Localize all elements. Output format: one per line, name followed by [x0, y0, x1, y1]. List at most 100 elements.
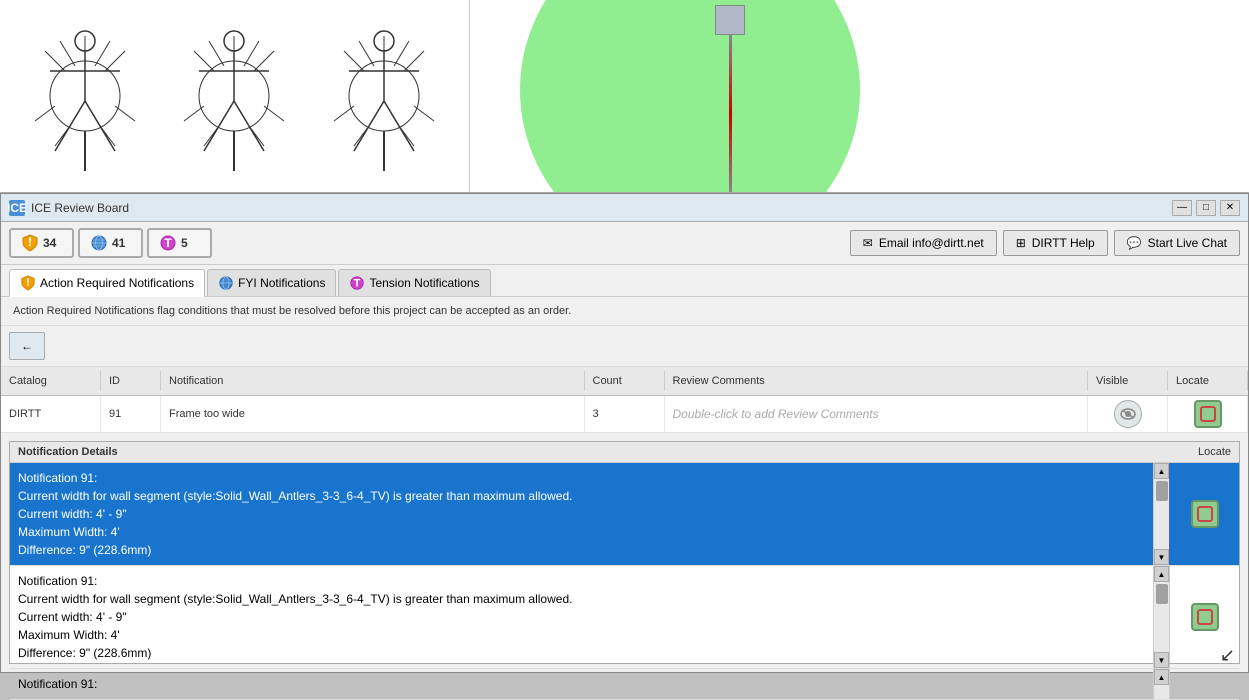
fyi-badge-button[interactable]: 41	[78, 228, 143, 258]
chat-icon: 💬	[1127, 236, 1142, 250]
shield-icon: !	[21, 234, 39, 252]
notif-scrollbar-3: ▲	[1153, 669, 1169, 699]
canvas-area	[0, 0, 1249, 193]
toolbar: ! 34 41 T 5	[1, 222, 1248, 265]
back-arrow-icon: ←	[21, 339, 33, 353]
notif-line: Notification 91:	[18, 469, 1145, 487]
globe-icon	[90, 234, 108, 252]
scroll-thumb-1[interactable]	[1156, 481, 1168, 501]
cell-review-comments[interactable]: Double-click to add Review Comments	[665, 396, 1089, 432]
col-catalog: Catalog	[1, 371, 101, 391]
table-row: DIRTT 91 Frame too wide 3 Double-click t…	[1, 396, 1248, 433]
notif-detail-row-2[interactable]: Notification 91: Current width for wall …	[10, 566, 1239, 669]
green-semicircle	[520, 0, 860, 193]
notif-line: Maximum Width: 4'	[18, 523, 1145, 541]
cell-catalog: DIRTT	[1, 396, 101, 432]
notif-line: Notification 91:	[18, 572, 1145, 590]
svg-text:!: !	[28, 235, 32, 249]
tab-tension-label: Tension Notifications	[369, 276, 479, 290]
help-icon: ⊞	[1016, 236, 1026, 250]
col-count: Count	[585, 371, 665, 391]
canvas-right-area	[470, 0, 1249, 192]
notif-line: Difference: 9" (228.6mm)	[18, 644, 1145, 662]
tab-tension-icon: T	[349, 275, 365, 291]
notif-locate-button-1[interactable]	[1191, 500, 1219, 528]
notif-line: Current width: 4' - 9"	[18, 608, 1145, 626]
scroll-down-button-2[interactable]: ▼	[1154, 652, 1169, 668]
notif-locate-inner-1	[1197, 506, 1213, 522]
notif-locate-col-1	[1169, 463, 1239, 565]
notif-detail-row-3[interactable]: Notification 91: ▲	[10, 669, 1239, 700]
ice-review-board-window: ICE ICE Review Board — □ ✕ ! 34	[0, 193, 1249, 673]
title-bar-controls[interactable]: — □ ✕	[1172, 200, 1240, 216]
help-button[interactable]: ⊞ DIRTT Help	[1003, 230, 1108, 256]
toolbar-badges: ! 34 41 T 5	[9, 228, 212, 258]
email-icon: ✉	[863, 236, 873, 250]
cell-locate	[1168, 396, 1248, 432]
scroll-up-button-1[interactable]: ▲	[1154, 463, 1169, 479]
scroll-up-button-3[interactable]: ▲	[1154, 669, 1169, 685]
scroll-up-button-2[interactable]: ▲	[1154, 566, 1169, 582]
description-text: Action Required Notifications flag condi…	[1, 297, 1248, 326]
notif-content-1: Notification 91: Current width for wall …	[10, 463, 1153, 565]
col-notification: Notification	[161, 371, 585, 391]
toolbar-actions: ✉ Email info@dirtt.net ⊞ DIRTT Help 💬 St…	[850, 230, 1240, 256]
notif-rows: Notification 91: Current width for wall …	[10, 463, 1239, 663]
help-label: DIRTT Help	[1032, 236, 1095, 250]
fyi-count: 41	[112, 236, 125, 250]
tab-action-required-label: Action Required Notifications	[40, 276, 194, 290]
notif-panel-header: Notification Details Locate	[10, 442, 1239, 463]
wall-element	[710, 0, 750, 193]
notif-line: Notification 91:	[18, 675, 1145, 693]
locate-inner-icon	[1200, 406, 1216, 422]
email-label: Email info@dirtt.net	[879, 236, 984, 250]
tab-globe-icon	[218, 275, 234, 291]
scroll-down-button-1[interactable]: ▼	[1154, 549, 1169, 565]
notif-line: Current width for wall segment (style:So…	[18, 590, 1145, 608]
email-button[interactable]: ✉ Email info@dirtt.net	[850, 230, 997, 256]
cell-id: 91	[101, 396, 161, 432]
title-bar-left: ICE ICE Review Board	[9, 200, 129, 216]
cell-count: 3	[585, 396, 665, 432]
close-button[interactable]: ✕	[1220, 200, 1240, 216]
col-visible: Visible	[1088, 371, 1168, 391]
stick-figures-area	[0, 0, 470, 192]
table-container: Catalog ID Notification Count Review Com…	[1, 367, 1248, 433]
window-title: ICE Review Board	[31, 201, 129, 215]
tab-tension[interactable]: T Tension Notifications	[338, 269, 490, 296]
visible-toggle-button[interactable]	[1114, 400, 1142, 428]
tab-fyi-label: FYI Notifications	[238, 276, 325, 290]
tension-count: 5	[181, 236, 188, 250]
col-review-comments: Review Comments	[665, 371, 1089, 391]
scroll-thumb-2[interactable]	[1156, 584, 1168, 604]
stick-figure-3	[319, 21, 449, 171]
notif-locate-col-3	[1169, 669, 1239, 699]
title-bar: ICE ICE Review Board — □ ✕	[1, 194, 1248, 222]
back-button[interactable]: ←	[9, 332, 45, 360]
locate-button[interactable]	[1194, 400, 1222, 428]
svg-text:!: !	[26, 277, 30, 289]
table-header: Catalog ID Notification Count Review Com…	[1, 367, 1248, 396]
action-required-badge-button[interactable]: ! 34	[9, 228, 74, 258]
action-required-count: 34	[43, 236, 56, 250]
tension-icon: T	[159, 234, 177, 252]
notif-panel-locate-label: Locate	[1198, 446, 1231, 458]
svg-text:T: T	[164, 236, 172, 250]
notif-content-3: Notification 91:	[10, 669, 1153, 699]
stick-figure-2	[169, 21, 299, 171]
minimize-button[interactable]: —	[1172, 200, 1192, 216]
notif-panel-title: Notification Details	[18, 446, 118, 458]
notif-detail-row-1[interactable]: Notification 91: Current width for wall …	[10, 463, 1239, 566]
chat-button[interactable]: 💬 Start Live Chat	[1114, 230, 1240, 256]
notif-line: Current width: 4' - 9"	[18, 505, 1145, 523]
tab-fyi[interactable]: FYI Notifications	[207, 269, 336, 296]
cursor-indicator: ↙	[1220, 645, 1235, 666]
wall-box	[715, 5, 745, 35]
notif-locate-button-2[interactable]	[1191, 603, 1219, 631]
tab-action-required[interactable]: ! Action Required Notifications	[9, 269, 205, 297]
cell-notification: Frame too wide	[161, 396, 585, 432]
tension-badge-button[interactable]: T 5	[147, 228, 212, 258]
maximize-button[interactable]: □	[1196, 200, 1216, 216]
notif-scrollbar-1: ▲ ▼	[1153, 463, 1169, 565]
notif-locate-inner-2	[1197, 609, 1213, 625]
